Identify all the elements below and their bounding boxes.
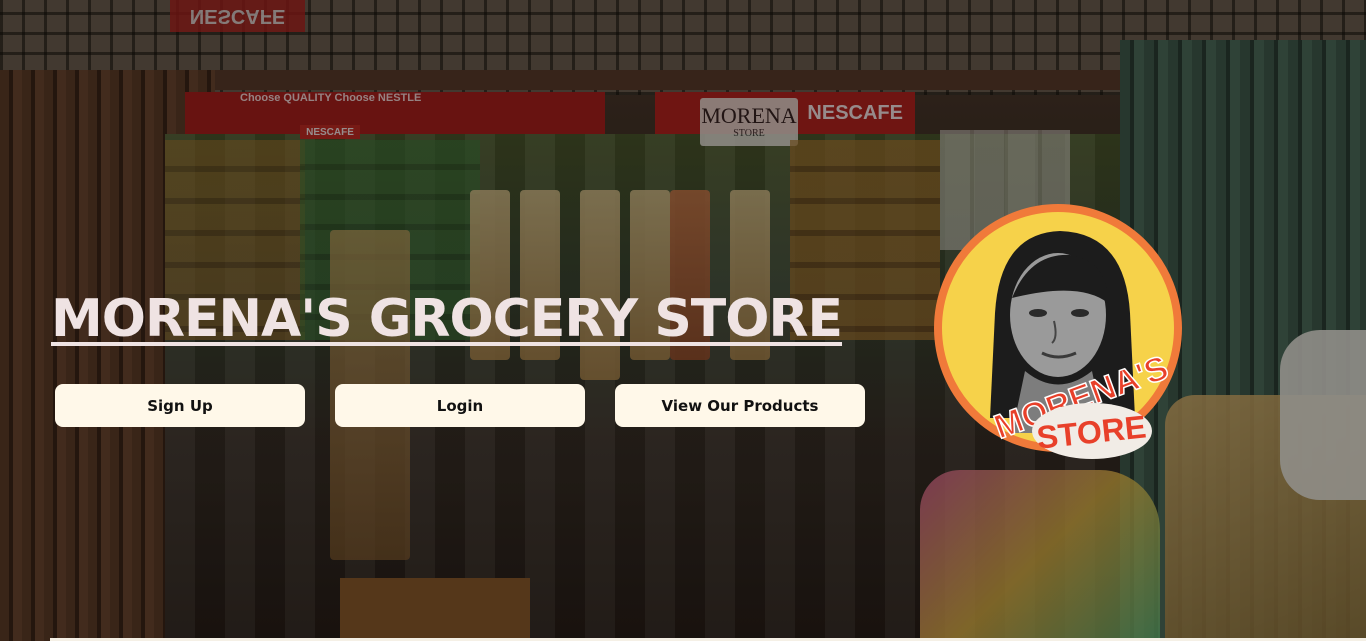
- store-logo: MORENA'S STORE: [930, 203, 1190, 473]
- login-button[interactable]: Login: [335, 384, 585, 427]
- view-products-button[interactable]: View Our Products: [615, 384, 865, 427]
- page-title: MORENA'S GROCERY STORE: [51, 289, 843, 349]
- sign-up-button[interactable]: Sign Up: [55, 384, 305, 427]
- logo-graphic: MORENA'S STORE: [934, 204, 1182, 459]
